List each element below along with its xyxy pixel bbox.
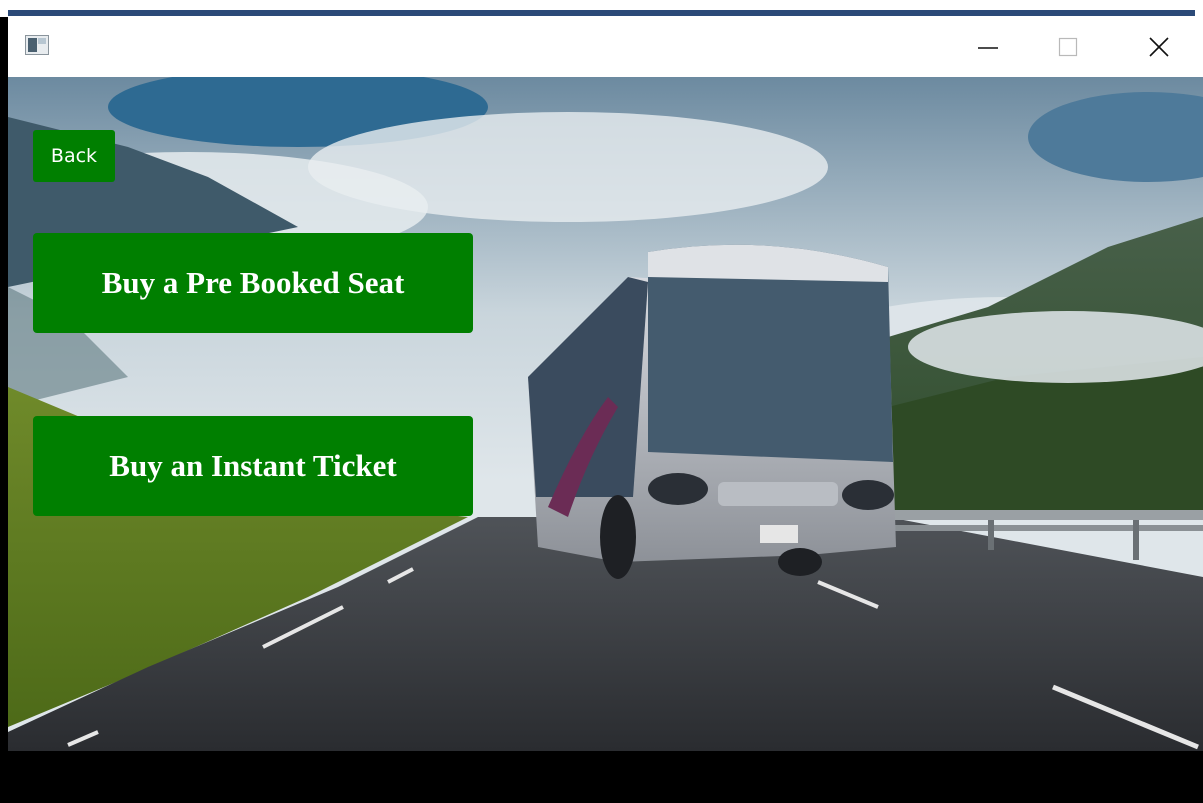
minimize-icon [978,47,998,49]
maximize-icon [1058,37,1078,57]
title-accent-stripe [8,10,1195,16]
buy-prebooked-seat-button[interactable]: Buy a Pre Booked Seat [33,233,473,333]
close-button[interactable] [1136,17,1182,77]
main-content: Back Buy a Pre Booked Seat Buy an Instan… [8,77,1203,751]
back-button[interactable]: Back [33,130,115,182]
app-window-icon [25,35,49,55]
bottom-black-strip [8,751,1203,803]
window-top-border [0,0,1203,17]
title-bar[interactable] [8,17,1203,77]
buy-instant-ticket-button[interactable]: Buy an Instant Ticket [33,416,473,516]
maximize-button[interactable] [1045,17,1091,77]
minimize-button[interactable] [965,17,1011,77]
close-icon [1149,37,1169,57]
bus-background-image [8,77,1203,751]
